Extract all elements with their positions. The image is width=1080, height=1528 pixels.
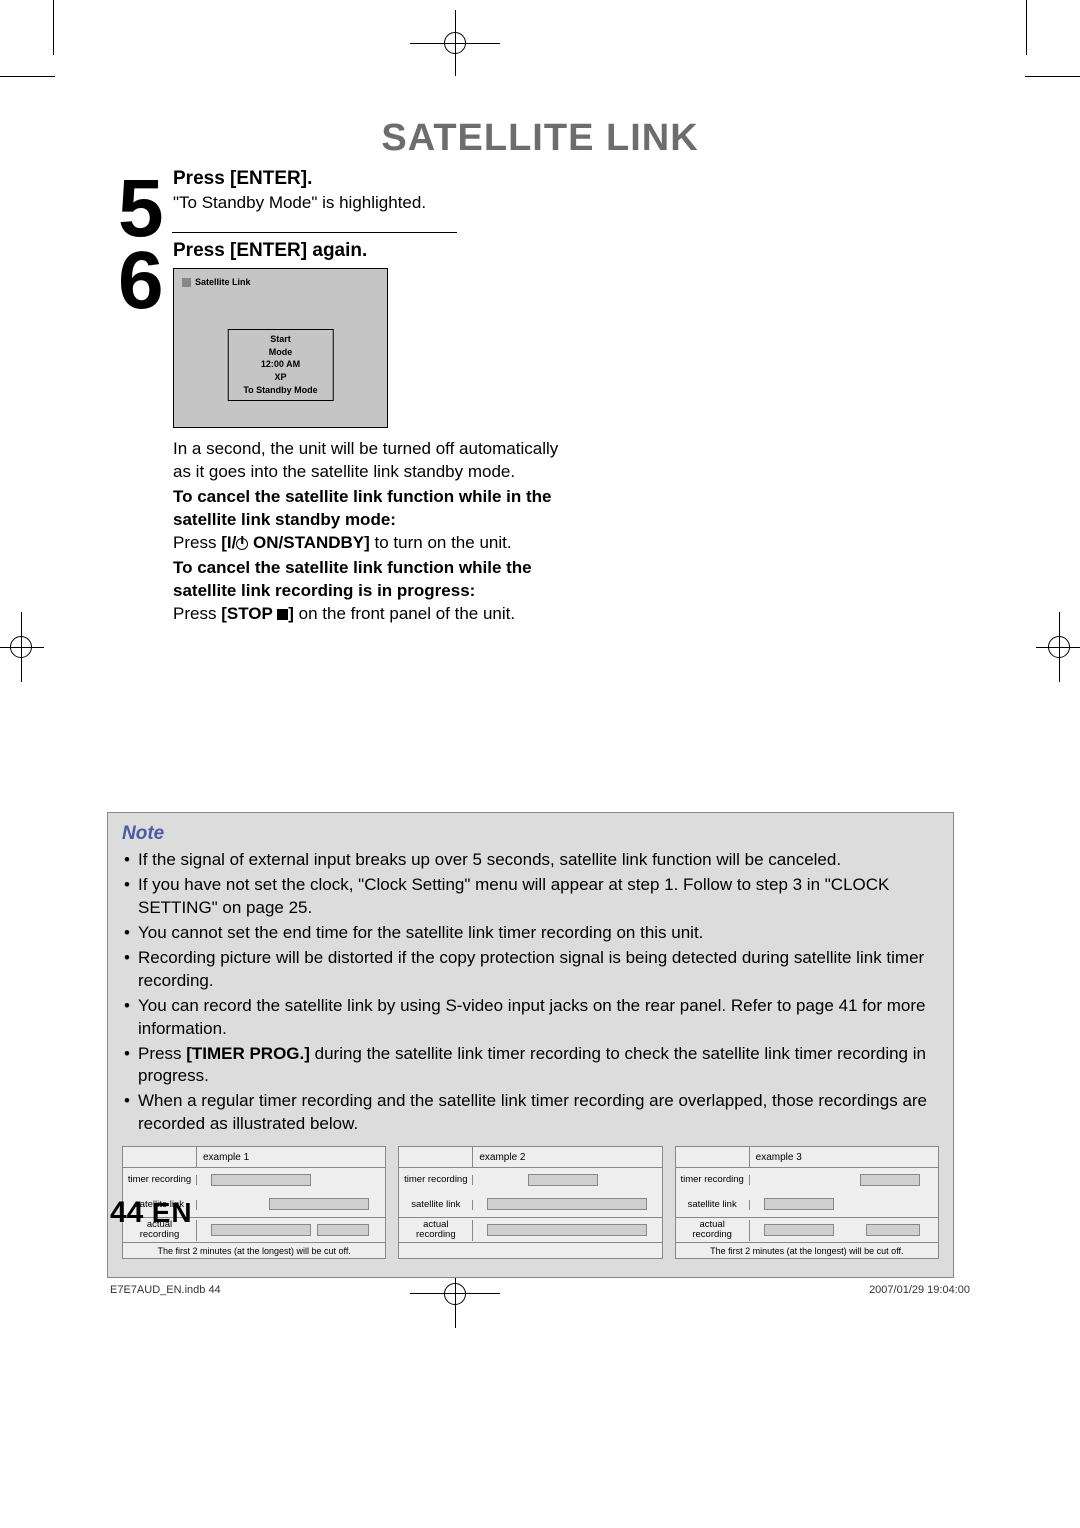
stop-icon xyxy=(277,609,288,620)
ex-footer: The first 2 minutes (at the longest) wil… xyxy=(676,1242,938,1258)
ex-title: example 1 xyxy=(197,1152,249,1163)
ex-title: example 2 xyxy=(473,1152,525,1163)
ex-lbl: satellite link xyxy=(676,1200,750,1210)
step-6: 6 Press [ENTER] again. Satellite Link St… xyxy=(118,240,578,626)
ex-lbl: timer recording xyxy=(676,1175,750,1185)
ex-lbl: timer recording xyxy=(123,1175,197,1185)
step-text: "To Standby Mode" is highlighted. xyxy=(173,192,578,215)
example-2: example 2 timer recording satellite link… xyxy=(398,1146,662,1259)
screen-val: 12:00 AM xyxy=(255,358,307,371)
crop-mark-icon xyxy=(1025,76,1080,77)
reg-mark-icon xyxy=(1059,612,1060,682)
ex-lbl: satellite link xyxy=(399,1200,473,1210)
footer-left: E7E7AUD_EN.indb 44 xyxy=(110,1284,221,1296)
ex-lbl: actual recording xyxy=(399,1220,473,1241)
footer-right: 2007/01/29 19:04:00 xyxy=(869,1284,970,1296)
page-num-val: 44 xyxy=(110,1196,143,1229)
screen-title: Satellite Link xyxy=(195,277,251,287)
t: Press xyxy=(173,604,221,623)
ex-lbl: actual recording xyxy=(676,1220,750,1241)
t: [STOP xyxy=(221,604,277,623)
step-bold: To cancel the satellite link function wh… xyxy=(173,487,551,529)
note-list: If the signal of external input breaks u… xyxy=(122,849,939,1136)
step-heading: Press [ENTER]. xyxy=(173,168,578,190)
bar-icon xyxy=(487,1224,647,1236)
reg-mark-icon xyxy=(455,10,456,76)
step-number: 6 xyxy=(118,240,173,322)
bar-icon xyxy=(211,1174,311,1186)
timer-prog: [TIMER PROG.] xyxy=(186,1044,310,1063)
note-item: If you have not set the clock, "Clock Se… xyxy=(122,874,939,920)
step-paragraph: In a second, the unit will be turned off… xyxy=(173,438,578,484)
t: to turn on the unit. xyxy=(370,533,512,552)
note-title: Note xyxy=(122,823,939,845)
square-icon xyxy=(182,278,191,287)
note-box: Note If the signal of external input bre… xyxy=(107,812,954,1278)
note-item: When a regular timer recording and the s… xyxy=(122,1090,939,1136)
screen-col: Start xyxy=(255,333,307,346)
note-item: You cannot set the end time for the sate… xyxy=(122,922,939,945)
reg-mark-icon xyxy=(21,612,22,682)
crop-mark-icon xyxy=(0,76,55,77)
reg-mark-icon xyxy=(0,647,44,648)
t: Press xyxy=(173,533,221,552)
note-item: If the signal of external input breaks u… xyxy=(122,849,939,872)
note-item: You can record the satellite link by usi… xyxy=(122,995,939,1041)
power-icon xyxy=(236,538,248,550)
t: on the front panel of the unit. xyxy=(294,604,515,623)
bar-icon xyxy=(487,1198,647,1210)
bar-icon xyxy=(269,1198,369,1210)
ex-footer xyxy=(399,1242,661,1258)
screen-val: XP xyxy=(255,371,307,384)
t: ON/STANDBY] xyxy=(248,533,370,552)
screen-row: To Standby Mode xyxy=(238,384,323,397)
bar-icon xyxy=(764,1224,834,1236)
crop-mark-icon xyxy=(1026,0,1027,55)
page-number: 44 EN xyxy=(110,1196,193,1230)
bar-icon xyxy=(764,1198,834,1210)
examples-row: example 1 timer recording satellite link… xyxy=(122,1146,939,1259)
ex-title: example 3 xyxy=(750,1152,802,1163)
example-3: example 3 timer recording satellite link… xyxy=(675,1146,939,1259)
bar-icon xyxy=(866,1224,920,1236)
bar-icon xyxy=(860,1174,920,1186)
screen-preview: Satellite Link StartMode 12:00 AMXP To S… xyxy=(173,268,388,428)
page-title: SATELLITE LINK xyxy=(0,117,1080,160)
note-item: Press [TIMER PROG.] during the satellite… xyxy=(122,1043,939,1089)
crop-mark-icon xyxy=(53,0,54,55)
screen-col: Mode xyxy=(255,346,307,359)
note-item: Recording picture will be distorted if t… xyxy=(122,947,939,993)
bar-icon xyxy=(317,1224,369,1236)
t: [I/ xyxy=(221,533,236,552)
step-5: 5 Press [ENTER]. "To Standby Mode" is hi… xyxy=(118,168,578,250)
ex-footer: The first 2 minutes (at the longest) wil… xyxy=(123,1242,385,1258)
divider-icon xyxy=(172,232,457,233)
bar-icon xyxy=(211,1224,311,1236)
page-lang: EN xyxy=(152,1197,193,1228)
reg-mark-icon xyxy=(1036,647,1080,648)
bar-icon xyxy=(528,1174,598,1186)
ex-lbl: timer recording xyxy=(399,1175,473,1185)
step-heading: Press [ENTER] again. xyxy=(173,240,578,262)
step-bold: To cancel the satellite link function wh… xyxy=(173,558,532,600)
